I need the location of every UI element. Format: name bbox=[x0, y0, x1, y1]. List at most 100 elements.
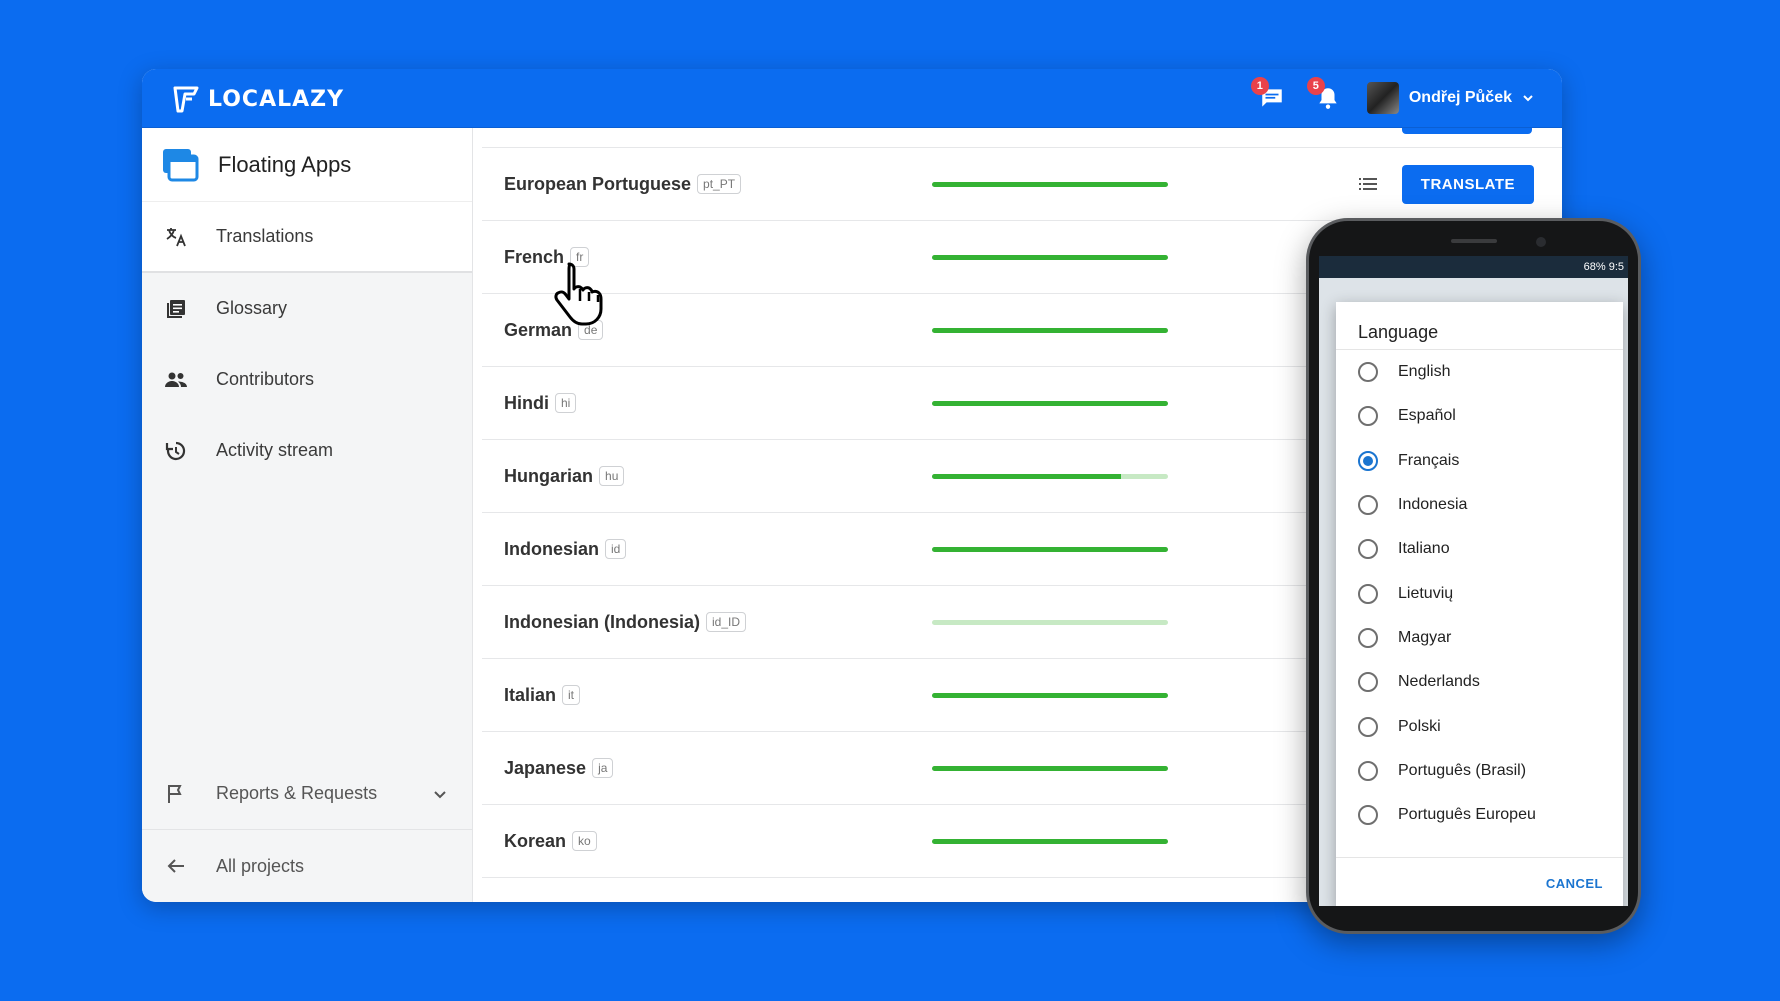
option-label: Português (Brasil) bbox=[1398, 761, 1527, 779]
language-option[interactable]: Indonesia bbox=[1336, 483, 1623, 527]
sidebar-item-label: Activity stream bbox=[216, 440, 334, 460]
language-name[interactable]: European Portuguese bbox=[504, 174, 691, 195]
hand-cursor-icon bbox=[554, 262, 603, 326]
language-code-badge: id_ID bbox=[706, 612, 747, 632]
radio-button[interactable] bbox=[1358, 672, 1378, 693]
progress-bar bbox=[932, 765, 1168, 771]
chevron-down-icon[interactable] bbox=[432, 786, 448, 802]
language-option[interactable]: Français bbox=[1336, 439, 1623, 483]
language-code-badge: hu bbox=[599, 466, 625, 486]
option-label: Lietuvių bbox=[1398, 584, 1454, 602]
option-label: English bbox=[1398, 363, 1451, 381]
progress-bar bbox=[932, 473, 1168, 479]
language-option[interactable]: Português Europeu bbox=[1336, 793, 1623, 837]
progress-fill bbox=[932, 473, 1121, 479]
progress-fill bbox=[932, 181, 1168, 187]
list-top-strip bbox=[482, 128, 1562, 148]
language-name[interactable]: Korean bbox=[504, 831, 566, 852]
language-name[interactable]: Japanese bbox=[504, 758, 586, 779]
radio-button[interactable] bbox=[1358, 760, 1378, 781]
radio-button[interactable] bbox=[1358, 805, 1378, 826]
progress-bar bbox=[932, 400, 1168, 406]
sidebar-item-reports[interactable]: Reports & Requests bbox=[142, 758, 472, 830]
radio-button[interactable] bbox=[1358, 583, 1378, 604]
language-code-badge: ko bbox=[572, 831, 597, 851]
user-menu[interactable]: Ondřej Půček bbox=[1366, 82, 1534, 114]
sidebar-item-label: Glossary bbox=[216, 298, 288, 318]
sidebar-item-label: Translations bbox=[216, 226, 314, 246]
messages-button[interactable]: 1 bbox=[1250, 77, 1289, 115]
language-name[interactable]: Indonesian bbox=[504, 539, 599, 560]
option-label: Español bbox=[1398, 407, 1456, 425]
radio-button[interactable] bbox=[1358, 539, 1378, 560]
notifications-badge: 5 bbox=[1306, 77, 1325, 95]
dialog-title: Language bbox=[1336, 302, 1623, 350]
option-label: Français bbox=[1398, 451, 1460, 469]
progress-fill bbox=[932, 400, 1168, 406]
language-name[interactable]: Hungarian bbox=[504, 466, 593, 487]
reports-label: Reports & Requests bbox=[216, 783, 378, 803]
option-label: Indonesia bbox=[1398, 496, 1468, 514]
user-name: Ondřej Půček bbox=[1408, 89, 1512, 106]
localazy-logo-icon bbox=[173, 86, 199, 113]
all-projects-link[interactable]: All projects bbox=[142, 830, 472, 902]
radio-button[interactable] bbox=[1358, 450, 1378, 471]
progress-fill bbox=[932, 546, 1168, 552]
language-name[interactable]: Indonesian (Indonesia) bbox=[504, 612, 700, 633]
phone-screen: 68% 9:5 Language English Español Français I… bbox=[1319, 256, 1628, 906]
option-label: Magyar bbox=[1398, 628, 1452, 646]
language-name[interactable]: Hindi bbox=[504, 393, 549, 414]
flag-icon bbox=[168, 784, 182, 803]
chevron-down-icon bbox=[1523, 95, 1533, 102]
cancel-button[interactable]: CANCEL bbox=[1546, 876, 1603, 891]
progress-fill bbox=[932, 765, 1168, 771]
language-option[interactable]: Nederlands bbox=[1336, 660, 1623, 704]
option-label: Italiano bbox=[1398, 540, 1450, 558]
progress-bar bbox=[932, 546, 1168, 552]
floating-apps-icon bbox=[163, 148, 199, 181]
option-label: Português Europeu bbox=[1398, 806, 1536, 824]
sidebar-item-glossary[interactable]: Glossary bbox=[142, 273, 472, 344]
language-option[interactable]: Polski bbox=[1336, 704, 1623, 748]
brand-logo[interactable]: LOCALAZY bbox=[172, 85, 344, 113]
language-option[interactable]: Italiano bbox=[1336, 527, 1623, 571]
progress-bar bbox=[932, 619, 1168, 625]
language-code-badge: it bbox=[562, 685, 581, 705]
sidebar-item-label: Contributors bbox=[216, 369, 315, 389]
radio-button[interactable] bbox=[1358, 362, 1378, 383]
radio-button[interactable] bbox=[1358, 716, 1378, 737]
progress-fill bbox=[932, 692, 1168, 698]
radio-button[interactable] bbox=[1358, 406, 1378, 427]
notifications-button[interactable]: 5 bbox=[1306, 77, 1345, 115]
translate-button[interactable]: TRANSLATE bbox=[1401, 164, 1534, 204]
language-dialog: Language English Español Français Indonesia… bbox=[1336, 302, 1623, 906]
people-icon bbox=[165, 372, 187, 387]
progress-bar bbox=[932, 254, 1168, 260]
language-option[interactable]: English bbox=[1336, 350, 1623, 394]
radio-button[interactable] bbox=[1358, 495, 1378, 516]
language-option[interactable]: Magyar bbox=[1336, 616, 1623, 660]
messages-badge: 1 bbox=[1250, 77, 1269, 95]
history-icon bbox=[165, 441, 186, 460]
top-bar: LOCALAZY 1 5 Ondřej Půček bbox=[142, 69, 1562, 128]
sidebar-item-translations[interactable]: Translations bbox=[142, 202, 472, 273]
language-option[interactable]: Português (Brasil) bbox=[1336, 749, 1623, 793]
sidebar-item-contributors[interactable]: Contributors bbox=[142, 344, 472, 415]
book-icon bbox=[167, 299, 185, 318]
brand-name: LOCALAZY bbox=[208, 86, 345, 112]
sidebar-item-activity-stream[interactable]: Activity stream bbox=[142, 415, 472, 486]
progress-bar bbox=[932, 838, 1168, 844]
option-label: Polski bbox=[1398, 717, 1441, 735]
progress-bar bbox=[932, 692, 1168, 698]
phone-mockup: 68% 9:5 Language English Español Français I… bbox=[1306, 218, 1641, 934]
top-button-edge[interactable] bbox=[1402, 128, 1532, 134]
project-header[interactable]: Floating Apps bbox=[142, 128, 472, 202]
language-row[interactable]: European Portuguese pt_PT TRANSLATE bbox=[482, 148, 1562, 221]
language-option[interactable]: Español bbox=[1336, 394, 1623, 438]
list-icon[interactable] bbox=[1356, 172, 1380, 196]
language-option[interactable]: Lietuvių bbox=[1336, 571, 1623, 615]
progress-fill bbox=[932, 254, 1168, 260]
status-text: 68% 9:5 bbox=[1583, 261, 1624, 273]
radio-button[interactable] bbox=[1358, 627, 1378, 648]
language-name[interactable]: Italian bbox=[504, 685, 556, 706]
